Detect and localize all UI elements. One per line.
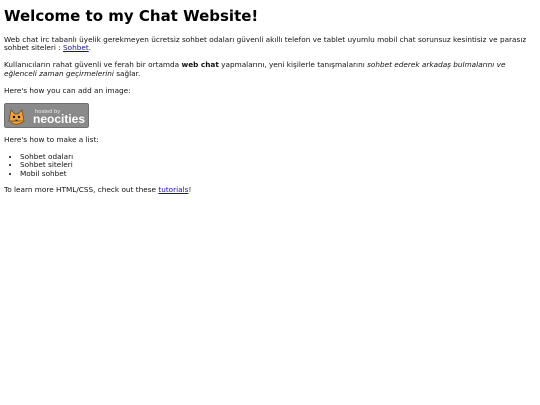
page-title: Welcome to my Chat Website! (4, 7, 259, 25)
footer-paragraph: To learn more HTML/CSS, check out these … (4, 185, 536, 195)
intro-paragraph: Web chat irc tabanlı üyelik gerekmeyen ü… (4, 35, 536, 54)
footer-text: To learn more HTML/CSS, check out these (4, 185, 159, 195)
list-item: Sohbet odaları (20, 152, 536, 161)
image-section-label: Here's how you can add an image: (4, 85, 131, 95)
list-section-label: Here's how to make a list: (4, 135, 99, 145)
secondary-text-2: yapmalarını, yeni kişilerle tanışmaların… (218, 60, 368, 69)
page: Welcome to my Chat Website! Web chat irc… (0, 0, 540, 405)
secondary-text-1: Kullanıcıların rahat güvenli ve ferah bi… (4, 60, 182, 69)
list-item: Mobil sohbet (20, 169, 536, 178)
secondary-paragraph: Kullanıcıların rahat güvenli ve ferah bi… (4, 60, 536, 79)
neocities-badge-image: hosted by neocities (4, 103, 89, 129)
list-item: Sohbet siteleri (20, 160, 536, 169)
secondary-text-3: sağlar. (113, 68, 141, 78)
intro-suffix: . (88, 43, 92, 53)
footer-suffix: ! (188, 185, 192, 195)
secondary-bold-text: web chat (181, 60, 219, 69)
sohbet-link[interactable]: Sohbet (63, 43, 89, 52)
badge-brand-text: neocities (33, 112, 85, 126)
bullet-list: Sohbet odaları Sohbet siteleri Mobil soh… (4, 152, 536, 178)
tutorials-link[interactable]: tutorials (158, 185, 188, 194)
neocities-badge: hosted by neocities (4, 103, 89, 129)
